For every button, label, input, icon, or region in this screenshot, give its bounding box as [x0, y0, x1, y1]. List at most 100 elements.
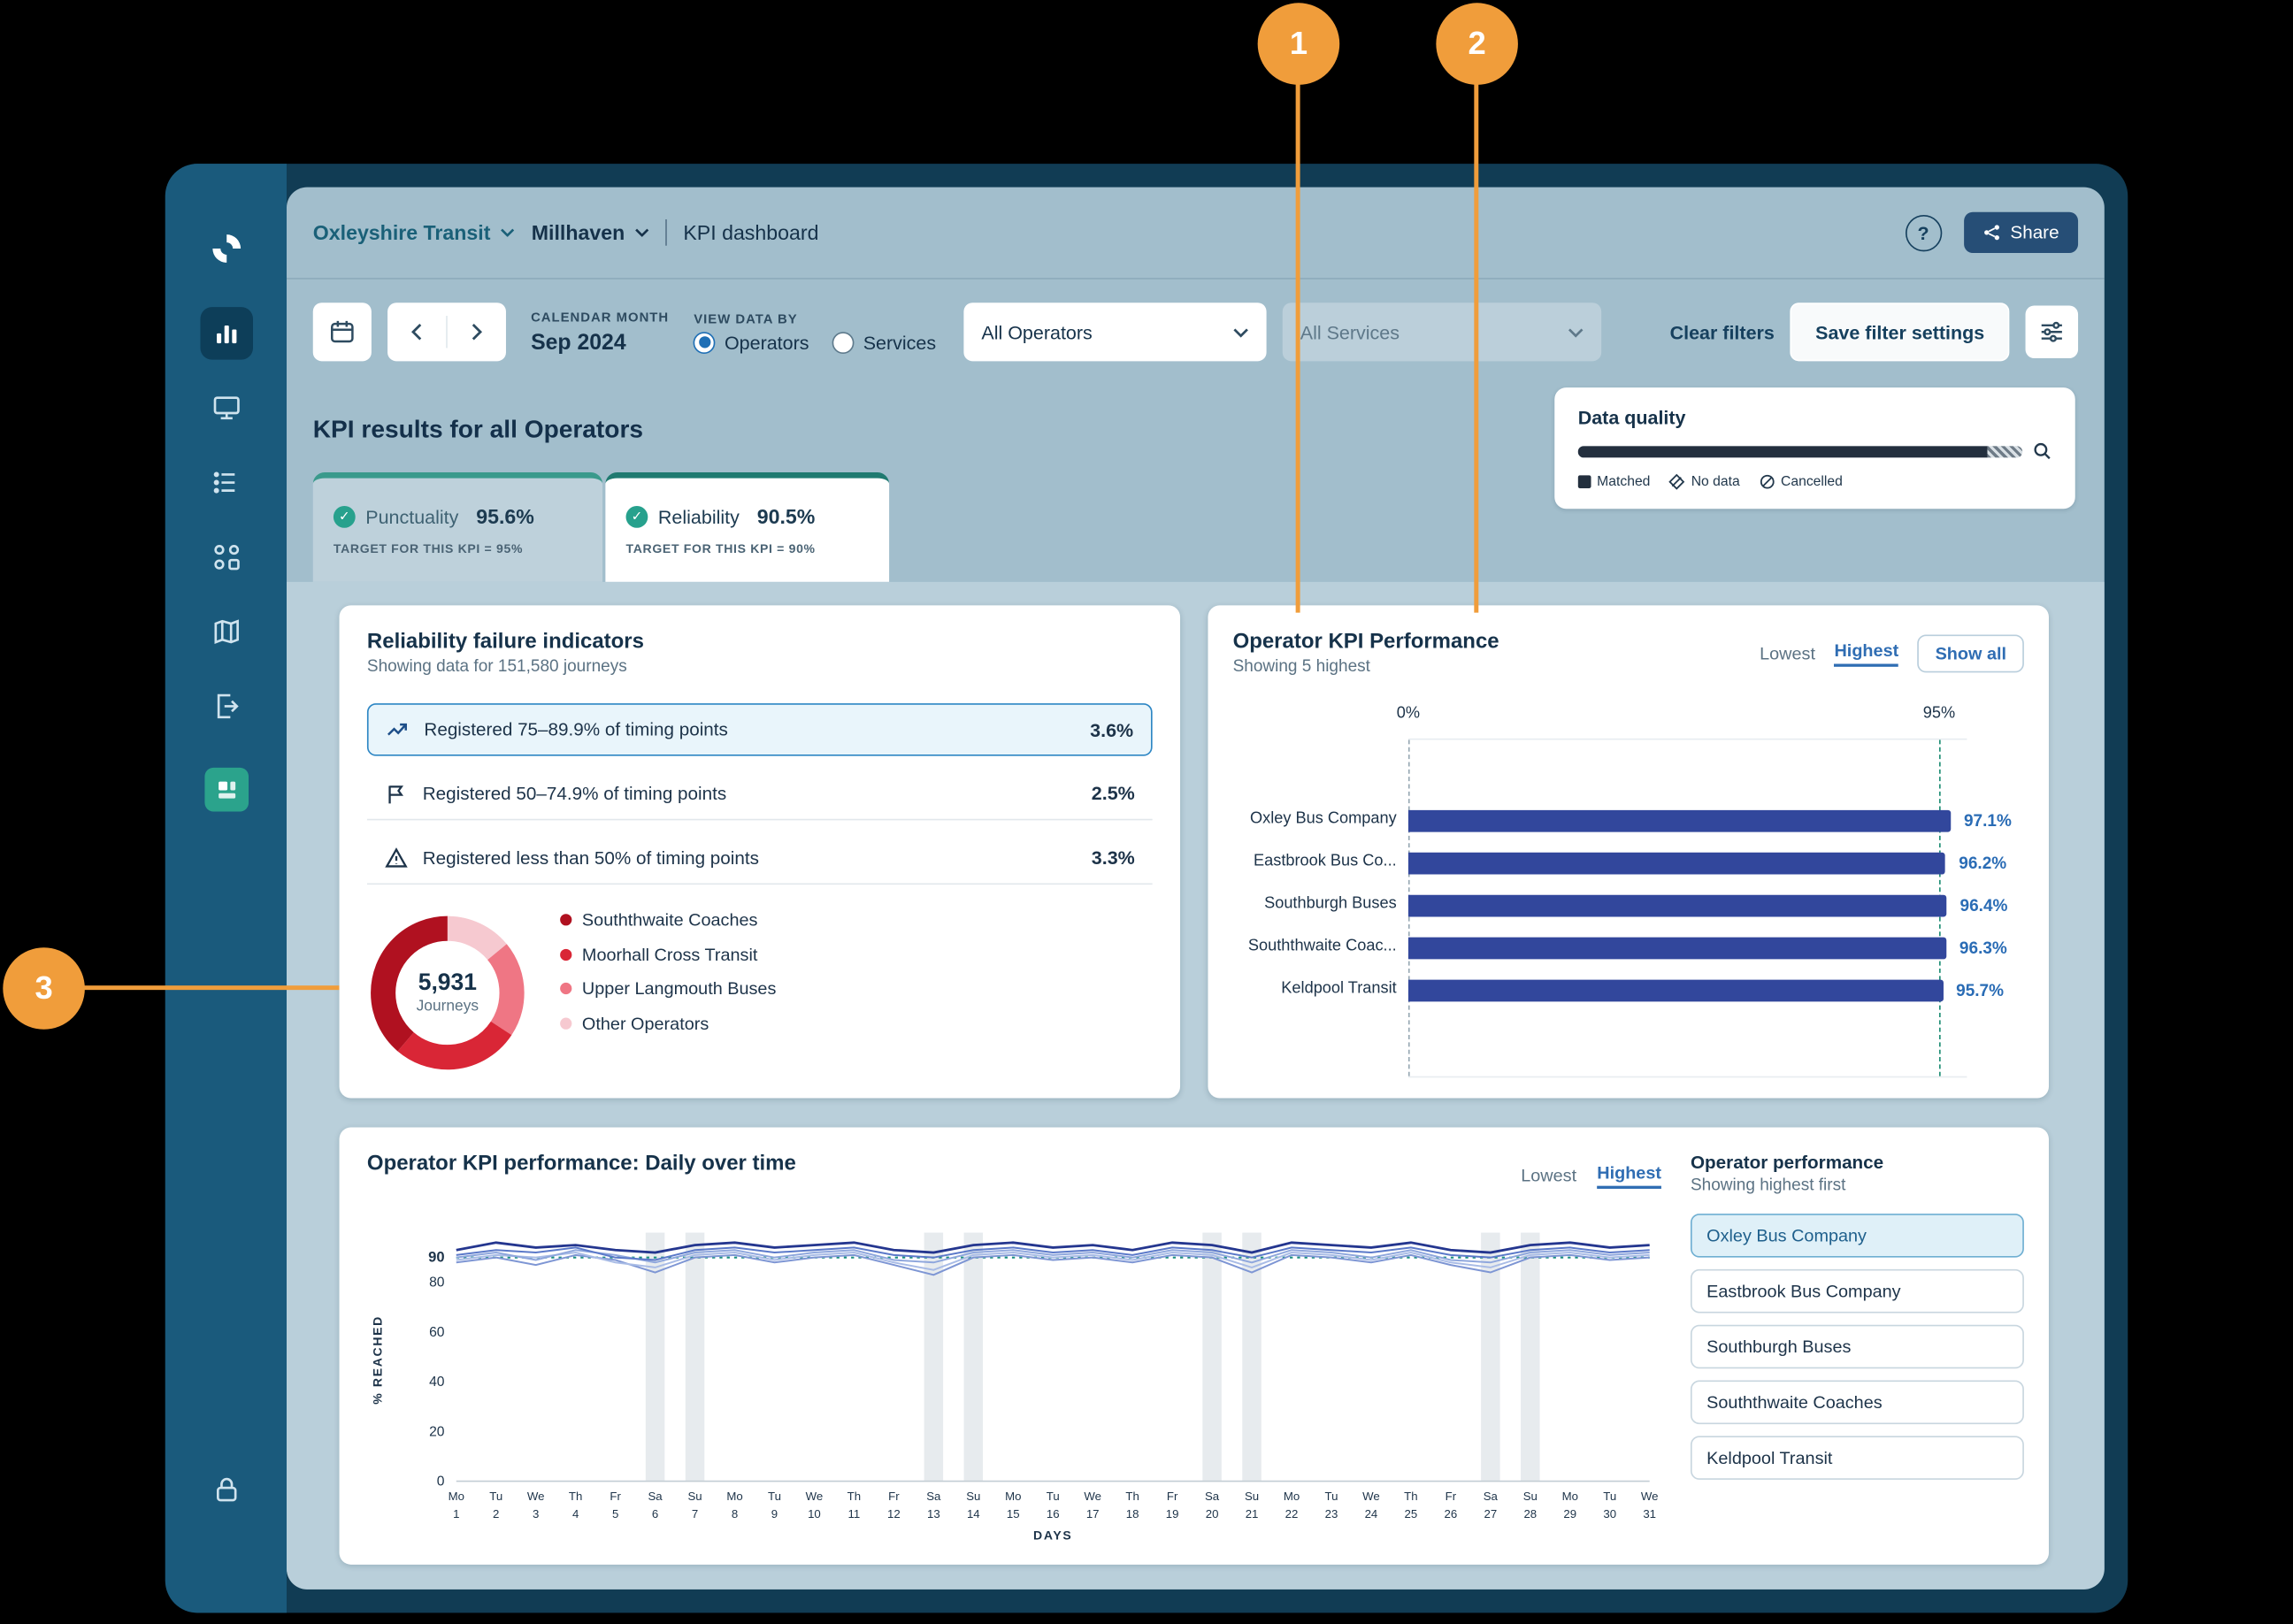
operator-list-item[interactable]: Keldpool Transit	[1691, 1436, 2024, 1480]
calendar-button[interactable]	[313, 303, 372, 361]
page-title: KPI results for all Operators	[313, 415, 643, 444]
donut-legend-item: Souththwaite Coaches	[560, 909, 776, 930]
next-month-button[interactable]	[448, 303, 506, 361]
daily-sort-highest-button[interactable]: Highest	[1597, 1162, 1661, 1189]
svg-text:2: 2	[493, 1507, 499, 1521]
view-data-by-radios: Operators Services	[694, 331, 936, 353]
tab-punctuality[interactable]: ✓ Punctuality 95.6% TARGET FOR THIS KPI …	[313, 472, 602, 582]
trend-up-icon	[386, 718, 409, 741]
bar	[1408, 980, 1943, 1002]
cancelled-icon	[1759, 474, 1775, 490]
operator-list-item[interactable]: Southburgh Buses	[1691, 1325, 2024, 1369]
clear-filters-button[interactable]: Clear filters	[1670, 321, 1775, 343]
failure-indicator-value: 3.3%	[1092, 846, 1135, 869]
services-dropdown[interactable]: All Services	[1283, 303, 1601, 361]
bar-row: 97.1%	[1408, 810, 1967, 832]
data-quality-nodata-segment	[1987, 445, 2022, 456]
sidebar-item-widget[interactable]	[204, 768, 249, 812]
help-button[interactable]: ?	[1905, 214, 1941, 250]
legend-no-data-label: No data	[1691, 474, 1740, 490]
calendar-month-block: CALENDAR MONTH Sep 2024	[531, 310, 669, 355]
svg-text:8: 8	[732, 1507, 738, 1521]
radio-services[interactable]: Services	[832, 331, 936, 353]
operator-list-item[interactable]: Eastbrook Bus Company	[1691, 1269, 2024, 1314]
svg-text:28: 28	[1523, 1507, 1537, 1521]
svg-text:4: 4	[572, 1507, 579, 1521]
panel-title: Operator performance	[1691, 1153, 2024, 1173]
svg-text:24: 24	[1365, 1507, 1378, 1521]
sidebar	[165, 164, 287, 1613]
tab-reliability[interactable]: ✓ Reliability 90.5% TARGET FOR THIS KPI …	[605, 472, 889, 582]
sort-lowest-button[interactable]: Lowest	[1760, 643, 1815, 663]
daily-sort-lowest-button[interactable]: Lowest	[1521, 1166, 1576, 1186]
data-quality-matched-segment	[1578, 445, 1987, 456]
svg-text:Sa: Sa	[1205, 1490, 1220, 1503]
save-filter-settings-button[interactable]: Save filter settings	[1791, 303, 2009, 361]
check-circle-icon: ✓	[626, 505, 648, 527]
bar-value-label: 96.4%	[1960, 897, 2008, 915]
breadcrumb-organisation[interactable]: Oxleyshire Transit	[313, 221, 516, 244]
donut-legend-item: Upper Langmouth Buses	[560, 978, 776, 999]
svg-text:13: 13	[927, 1507, 940, 1521]
bar-chart-axis: 0% 95%	[1408, 705, 1967, 725]
bar	[1408, 853, 1945, 875]
failure-indicator-value: 3.6%	[1090, 718, 1133, 740]
chevron-left-icon	[411, 323, 423, 341]
svg-text:Sa: Sa	[648, 1490, 663, 1503]
sidebar-item-lock[interactable]	[211, 1475, 241, 1505]
journeys-count: 5,931	[418, 971, 477, 998]
failure-indicator-label: Registered less than 50% of timing point…	[423, 847, 759, 868]
svg-text:Mo: Mo	[1562, 1490, 1578, 1503]
svg-text:Tu: Tu	[1047, 1490, 1060, 1503]
svg-text:We: We	[1084, 1490, 1101, 1503]
bar-category-label: Eastbrook Bus Co...	[1208, 851, 1396, 873]
svg-text:We: We	[1362, 1490, 1380, 1503]
failure-indicator-row-under-50[interactable]: Registered less than 50% of timing point…	[367, 832, 1153, 885]
svg-text:22: 22	[1285, 1507, 1299, 1521]
kpi-tabs: ✓ Punctuality 95.6% TARGET FOR THIS KPI …	[313, 472, 889, 582]
journeys-unit: Journeys	[417, 997, 479, 1015]
operators-dropdown[interactable]: All Operators	[964, 303, 1267, 361]
sort-highest-button[interactable]: Highest	[1834, 640, 1898, 667]
svg-text:3: 3	[533, 1507, 539, 1521]
radio-services-label: Services	[863, 331, 936, 353]
sidebar-item-list[interactable]	[211, 468, 241, 497]
zoom-icon[interactable]	[2033, 441, 2051, 460]
filter-settings-button[interactable]	[2026, 305, 2079, 358]
svg-text:Sa: Sa	[926, 1490, 941, 1503]
failure-indicator-row-75-89[interactable]: Registered 75–89.9% of timing points 3.6…	[367, 703, 1153, 756]
radio-operators-label: Operators	[725, 331, 809, 353]
sidebar-item-apps[interactable]	[211, 542, 241, 571]
svg-text:1: 1	[453, 1507, 459, 1521]
sidebar-item-sign-out[interactable]	[211, 692, 241, 721]
svg-text:11: 11	[848, 1507, 861, 1521]
bar-value-label: 96.3%	[1959, 939, 2007, 957]
svg-text:Th: Th	[1125, 1490, 1139, 1503]
svg-text:Su: Su	[687, 1490, 702, 1503]
tab-reliability-label: Reliability	[658, 505, 740, 527]
failure-indicator-row-50-74[interactable]: Registered 50–74.9% of timing points 2.5…	[367, 768, 1153, 821]
callout-2-line	[1474, 82, 1478, 613]
svg-text:Su: Su	[1523, 1490, 1538, 1503]
legend-cancelled: Cancelled	[1759, 474, 1843, 490]
operator-list-item[interactable]: Souththwaite Coaches	[1691, 1381, 2024, 1425]
list-icon	[211, 468, 241, 497]
bar-category-label: Keldpool Transit	[1208, 978, 1396, 1000]
svg-text:21: 21	[1246, 1507, 1259, 1521]
reliability-failure-card: Reliability failure indicators Showing d…	[340, 605, 1181, 1098]
journeys-donut-chart: 5,931 Journeys	[367, 913, 528, 1074]
breadcrumb-area[interactable]: Millhaven	[532, 221, 650, 244]
share-button[interactable]: Share	[1964, 212, 2079, 253]
legend-matched: Matched	[1578, 474, 1651, 490]
operator-list-item[interactable]: Oxley Bus Company	[1691, 1214, 2024, 1258]
show-all-button[interactable]: Show all	[1918, 634, 2024, 672]
svg-text:16: 16	[1047, 1507, 1060, 1521]
sidebar-item-dashboard[interactable]	[200, 307, 253, 360]
tab-punctuality-target: TARGET FOR THIS KPI = 95%	[334, 541, 582, 556]
sidebar-item-map[interactable]	[211, 617, 241, 647]
svg-text:Tu: Tu	[1603, 1490, 1616, 1503]
svg-text:Tu: Tu	[489, 1490, 502, 1503]
previous-month-button[interactable]	[387, 303, 446, 361]
sidebar-item-screens[interactable]	[211, 394, 241, 423]
radio-operators[interactable]: Operators	[694, 331, 809, 353]
